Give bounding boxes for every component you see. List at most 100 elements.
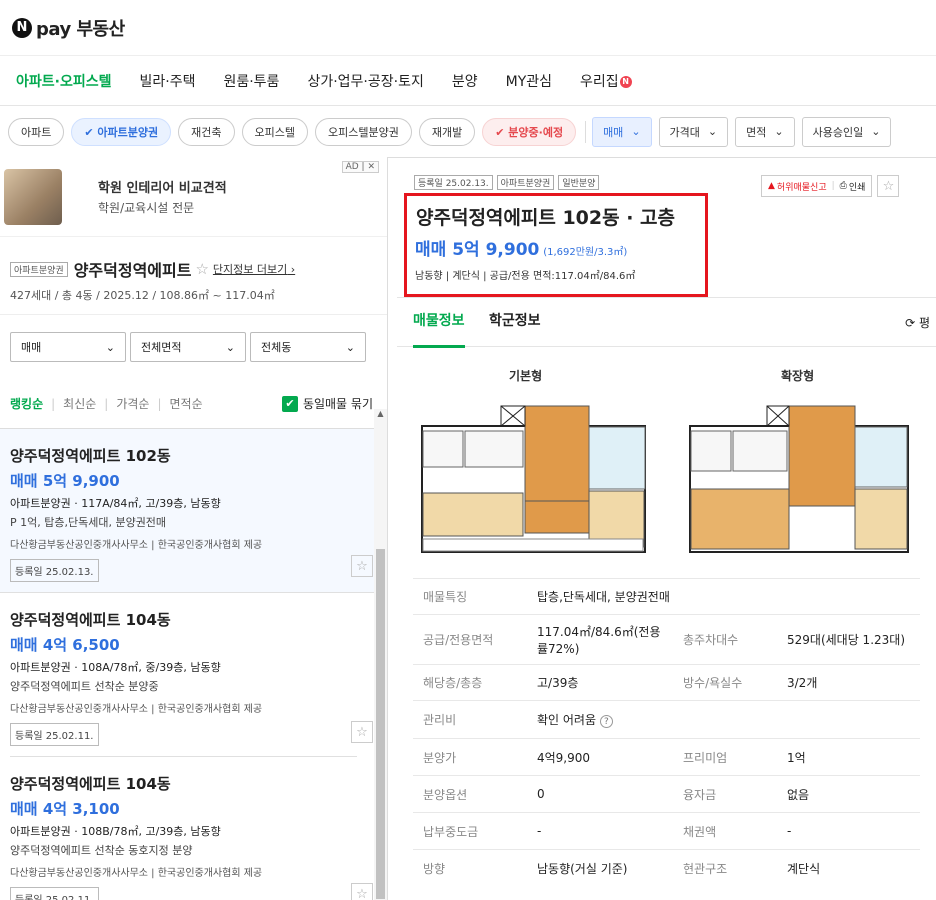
chip-officetel[interactable]: 오피스텔 xyxy=(241,117,309,146)
nav-my-home-label: 우리집 xyxy=(580,73,619,90)
chip-apt-presale[interactable]: ✔ 아파트분양권 xyxy=(71,117,172,146)
list-item-reg-date: 등록일 25.02.13. xyxy=(10,559,99,582)
new-badge: N xyxy=(619,75,632,88)
dropdown-price[interactable]: 가격대 ⌄ xyxy=(658,116,729,147)
dropdown-approval[interactable]: 사용승인일 ⌄ xyxy=(801,116,892,147)
chip-officetel-presale[interactable]: 오피스텔분양권 xyxy=(315,117,412,146)
complex-more-link[interactable]: 단지정보 더보기 › xyxy=(213,261,295,277)
complex-info: 427세대 / 총 4동 / 2025.12 / 108.86㎡ ~ 117.0… xyxy=(10,289,275,302)
row-value: - xyxy=(777,812,920,850)
list-item-desc: 양주덕정역에피트 선착순 동호지정 분양 xyxy=(10,844,193,857)
same-listing-toggle[interactable]: ✔ 동일매물 묶기 xyxy=(281,395,373,412)
scroll-thumb[interactable] xyxy=(376,549,385,899)
list-item[interactable]: 양주덕정역에피트 104동 매매 4억 3,100 아파트분양권 · 108B/… xyxy=(0,757,387,900)
select-area-value: 전체면적 xyxy=(141,341,182,354)
detail-table: 매물특징 탑층,단독세대, 분양권전매 공급/전용면적 117.04㎡/84.6… xyxy=(413,578,920,887)
nav-apt-officetel[interactable]: 아파트·오피스텔 xyxy=(16,71,111,91)
nav-my-interest[interactable]: MY관심 xyxy=(506,71,552,91)
list-selects: 매매 ⌄ 전체면적 ⌄ 전체동 ⌄ xyxy=(0,315,387,379)
chip-on-sale[interactable]: ✔ 분양중·예정 xyxy=(482,117,577,146)
tab-listing-info[interactable]: 매물정보 xyxy=(413,298,465,348)
nav-presale[interactable]: 분양 xyxy=(452,71,478,91)
floor-plan-extended[interactable] xyxy=(689,401,909,553)
help-icon[interactable]: ? xyxy=(599,715,613,728)
select-trade-value: 매매 xyxy=(21,341,42,354)
row-value: 없음 xyxy=(777,775,920,813)
siren-icon: ▲ xyxy=(768,181,775,191)
row-value: 탑층,단독세대, 분양권전매 xyxy=(527,578,920,615)
ad-banner[interactable]: 학원 인테리어 비교견적 학원/교육시설 전문 AD | ✕ xyxy=(0,157,387,237)
dropdown-trade[interactable]: 매매 ⌄ xyxy=(592,116,652,147)
row-value: 계단식 xyxy=(777,849,920,887)
divider: | xyxy=(104,396,109,411)
row-key: 현관구조 xyxy=(673,849,777,887)
table-row: 분양가 4억9,900 프리미엄 1억 xyxy=(413,738,920,776)
nav-villa[interactable]: 빌라·주택 xyxy=(139,71,195,91)
floor-plan-basic[interactable] xyxy=(421,401,646,553)
chevron-down-icon: ⌄ xyxy=(774,125,784,138)
sort-area[interactable]: 면적순 xyxy=(170,395,203,412)
star-icon[interactable]: ☆ xyxy=(195,260,208,278)
scroll-up-icon[interactable]: ▲ xyxy=(374,409,387,418)
table-row: 매물특징 탑층,단독세대, 분양권전매 xyxy=(413,578,920,615)
row-key: 공급/전용면적 xyxy=(413,614,527,665)
list-item[interactable]: 양주덕정역에피트 102동 매매 5억 9,900 아파트분양권 · 117A/… xyxy=(0,429,387,593)
row-key: 분양옵션 xyxy=(413,775,527,813)
dropdown-price-label: 가격대 xyxy=(669,125,700,139)
select-area[interactable]: 전체면적 ⌄ xyxy=(130,332,246,362)
list-item-desc: 양주덕정역에피트 선착순 분양중 xyxy=(10,680,159,693)
star-icon[interactable]: ☆ xyxy=(351,555,373,577)
row-value: 529대(세대당 1.23대) xyxy=(777,614,920,665)
star-icon[interactable]: ☆ xyxy=(877,175,900,197)
list-item-price: 매매 4억 6,500 xyxy=(10,636,120,654)
nav-oneroom[interactable]: 원룸·투룸 xyxy=(223,71,279,91)
tab-school-info[interactable]: 학군정보 xyxy=(489,298,541,348)
row-value: 남동향(거실 기준) xyxy=(527,849,673,887)
print-label: 인쇄 xyxy=(848,182,866,193)
list-item-price: 매매 4억 3,100 xyxy=(10,800,120,818)
ad-subtitle: 학원/교육시설 전문 xyxy=(98,201,195,215)
scrollbar[interactable]: ▲ xyxy=(374,409,387,900)
naver-logo-icon[interactable]: N xyxy=(12,17,32,38)
area-unit-toggle[interactable]: ⟳ 평 xyxy=(905,314,930,331)
ad-tag: AD | ✕ xyxy=(341,161,379,173)
complex-tag: 아파트분양권 xyxy=(10,261,68,277)
select-trade[interactable]: 매매 ⌄ xyxy=(10,332,126,362)
dropdown-approval-label: 사용승인일 xyxy=(812,125,864,139)
select-dong[interactable]: 전체동 ⌄ xyxy=(250,332,366,362)
select-dong-value: 전체동 xyxy=(261,341,292,354)
dropdown-area[interactable]: 면적 ⌄ xyxy=(735,116,795,147)
table-row: 납부중도금 - 채권액 - xyxy=(413,812,920,850)
list-item[interactable]: 양주덕정역에피트 104동 매매 4억 6,500 아파트분양권 · 108A/… xyxy=(0,593,387,757)
filter-bar: 아파트 ✔ 아파트분양권 재건축 오피스텔 오피스텔분양권 재개발 ✔ 분양중·… xyxy=(0,106,936,158)
sort-latest[interactable]: 최신순 xyxy=(63,395,96,412)
report-button[interactable]: ▲ 허위매물신고 | ⎙ 인쇄 xyxy=(761,175,873,197)
list-item-info: 아파트분양권 · 108B/78㎡, 고/39층, 남동향 xyxy=(10,825,221,838)
brand-name[interactable]: pay 부동산 xyxy=(36,15,125,41)
row-key: 방수/욕실수 xyxy=(673,664,777,701)
dropdown-trade-label: 매매 xyxy=(603,125,624,139)
row-value: - xyxy=(527,812,673,850)
sort-ranking[interactable]: 랭킹순 xyxy=(10,395,43,412)
star-icon[interactable]: ☆ xyxy=(351,721,373,743)
detail-panel: 등록일 25.02.13. 아파트분양권 일반분양 ▲ 허위매물신고 | ⎙ 인… xyxy=(397,157,936,900)
chevron-down-icon: ⌄ xyxy=(225,340,235,354)
divider: | xyxy=(831,181,835,191)
dropdown-area-label: 면적 xyxy=(746,125,767,139)
plan-extended-label: 확장형 xyxy=(781,369,815,383)
list-item-agency: 다산황금부동산공인중개사사무소 | 한국공인중개사협회 제공 xyxy=(10,868,263,879)
reg-date-tag: 등록일 25.02.13. xyxy=(414,175,493,190)
nav-commercial[interactable]: 상가·업무·공장·토지 xyxy=(307,71,423,91)
nav-my-home[interactable]: 우리집 N xyxy=(580,71,632,91)
complex-summary: 아파트분양권 양주덕정역에피트 ☆ 단지정보 더보기 › 427세대 / 총 4… xyxy=(0,237,387,315)
sort-price[interactable]: 가격순 xyxy=(116,395,149,412)
chip-rebuild[interactable]: 재건축 xyxy=(178,117,235,146)
star-icon[interactable]: ☆ xyxy=(351,883,373,900)
chip-apt[interactable]: 아파트 xyxy=(8,117,65,146)
close-icon[interactable]: ✕ xyxy=(367,162,375,172)
row-value: 고/39층 xyxy=(527,664,673,701)
table-row: 관리비 확인 어려움 ? xyxy=(413,700,920,739)
detail-title: 양주덕정역에피트 102동 · 고층 xyxy=(416,207,676,229)
list-item-info: 아파트분양권 · 108A/78㎡, 중/39층, 남동향 xyxy=(10,661,221,674)
chip-redevelop[interactable]: 재개발 xyxy=(418,117,476,146)
